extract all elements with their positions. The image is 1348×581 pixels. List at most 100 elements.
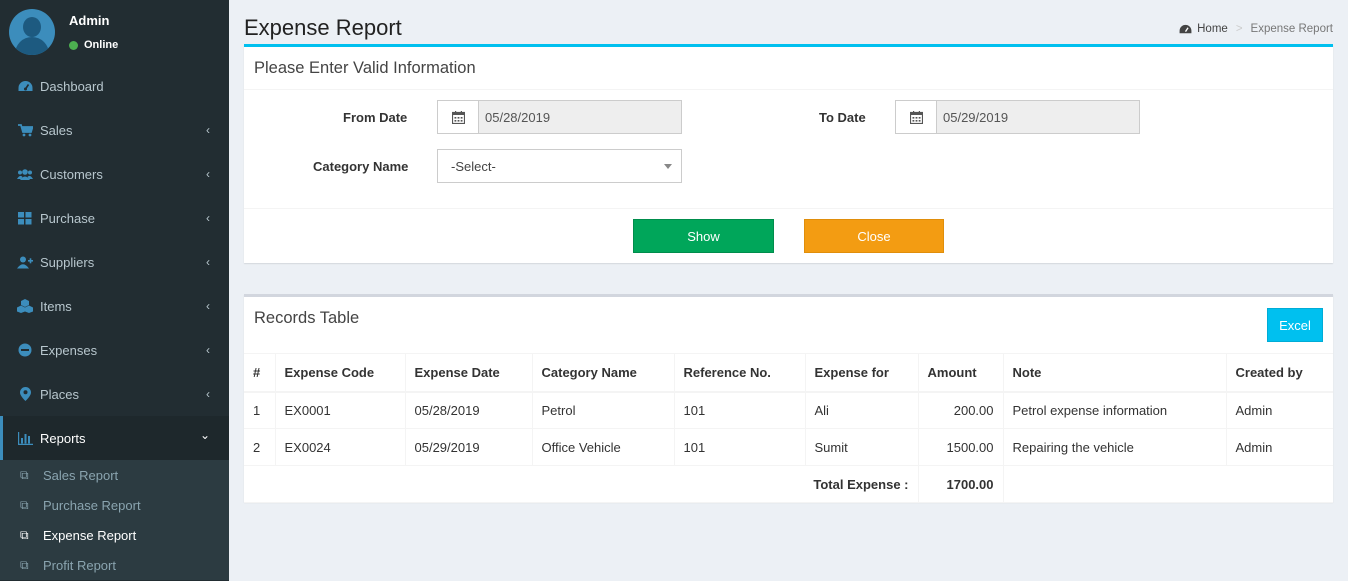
divider [244,89,1333,90]
minus-circle-icon [17,343,33,357]
form-title: Please Enter Valid Information [254,59,476,77]
total-row: Total Expense : 1700.00 [244,465,1333,503]
cell-amount: 200.00 [918,391,1004,429]
submenu-item-label: Sales Report [43,467,119,483]
sidebar-item-label: Places [40,386,80,402]
sidebar-item-label: Suppliers [40,254,95,270]
submenu-item-profit-report[interactable]: ⧉ Profit Report [0,550,229,580]
cell-expense-for: Ali [805,391,919,429]
sidebar-item-reports[interactable]: Reports ⌄ [0,416,229,460]
copy-icon: ⧉ [20,497,29,512]
cart-icon [17,123,33,137]
submenu-item-sales-report[interactable]: ⧉ Sales Report [0,460,229,490]
copy-icon: ⧉ [20,557,29,572]
records-table: # Expense Code Expense Date Category Nam… [244,353,1333,503]
from-date-field[interactable]: 05/28/2019 [437,100,682,134]
column-header[interactable]: Expense Code [275,353,406,393]
chevron-down-icon: ⌄ [199,428,210,442]
total-row-empty [1003,465,1333,503]
sidebar-item-suppliers[interactable]: Suppliers ‹ [0,240,229,284]
from-date-input[interactable]: 05/28/2019 [479,101,681,133]
breadcrumb: Home > Expense Report [1179,23,1333,35]
sidebar-item-label: Reports [40,430,86,446]
sidebar-item-purchase[interactable]: Purchase ‹ [0,196,229,240]
chevron-left-icon: ‹ [206,299,210,313]
column-header[interactable]: Amount [918,353,1004,393]
table-row: 2 EX0024 05/29/2019 Office Vehicle 101 S… [244,428,1333,466]
breadcrumb-home[interactable]: Home [1179,23,1228,35]
map-marker-icon [17,387,33,401]
cell-index: 1 [244,391,276,429]
reports-submenu: ⧉ Sales Report ⧉ Purchase Report ⧉ Expen… [0,460,229,580]
show-button[interactable]: Show [633,219,774,253]
category-name-label: Category Name [313,159,409,174]
close-button[interactable]: Close [804,219,944,253]
sidebar-item-items[interactable]: Items ‹ [0,284,229,328]
column-header[interactable]: Note [1003,353,1227,393]
online-status-icon [69,40,78,50]
avatar [9,9,55,55]
sidebar-item-sales[interactable]: Sales ‹ [0,108,229,152]
sidebar-item-label: Expenses [40,342,98,358]
column-header[interactable]: Created by [1226,353,1333,393]
total-expense-label: Total Expense : [244,465,919,503]
breadcrumb-separator: > [1235,23,1243,35]
sidebar-item-customers[interactable]: Customers ‹ [0,152,229,196]
sidebar: Admin Online Dashboard Sales ‹ Customers… [0,0,229,581]
cell-created-by: Admin [1226,391,1333,429]
sidebar-item-places[interactable]: Places ‹ [0,372,229,416]
excel-button[interactable]: Excel [1267,308,1323,342]
copy-icon: ⧉ [20,467,29,482]
user-status-label: Online [84,39,119,51]
submenu-item-expense-report[interactable]: ⧉ Expense Report [0,520,229,550]
records-box: Records Table Excel # Expense Code Expen… [244,294,1333,503]
filter-form-box: Please Enter Valid Information From Date… [244,44,1333,263]
chevron-left-icon: ‹ [206,167,210,181]
page-title: Expense Report [244,15,402,40]
cell-expense-for: Sumit [805,428,919,466]
cell-reference-no: 101 [674,391,806,429]
records-title: Records Table [254,309,360,327]
to-date-input[interactable]: 05/29/2019 [937,101,1139,133]
cell-amount: 1500.00 [918,428,1004,466]
breadcrumb-current: Expense Report [1250,23,1333,35]
cell-category-name: Office Vehicle [532,428,675,466]
user-status: Online [69,39,118,51]
submenu-item-purchase-report[interactable]: ⧉ Purchase Report [0,490,229,520]
cell-index: 2 [244,428,276,466]
category-select[interactable]: -Select- [437,149,682,183]
copy-icon: ⧉ [20,527,29,542]
calendar-icon[interactable] [896,101,937,133]
cell-created-by: Admin [1226,428,1333,466]
column-header[interactable]: Expense Date [405,353,533,393]
bar-chart-icon [17,431,33,445]
user-plus-icon [17,255,33,269]
chevron-left-icon: ‹ [206,123,210,137]
column-header[interactable]: Expense for [805,353,919,393]
chevron-left-icon: ‹ [206,387,210,401]
sidebar-item-label: Customers [40,166,103,182]
grid-icon [17,211,33,225]
chevron-left-icon: ‹ [206,343,210,357]
caret-down-icon [664,164,672,169]
total-expense-value: 1700.00 [918,465,1004,503]
column-header[interactable]: # [244,353,276,393]
sidebar-item-expenses[interactable]: Expenses ‹ [0,328,229,372]
cell-note: Repairing the vehicle [1003,428,1227,466]
table-header-row: # Expense Code Expense Date Category Nam… [244,353,1333,393]
breadcrumb-home-label: Home [1197,23,1228,35]
column-header[interactable]: Category Name [532,353,675,393]
cell-note: Petrol expense information [1003,391,1227,429]
to-date-field[interactable]: 05/29/2019 [895,100,1140,134]
cell-expense-code: EX0024 [275,428,406,466]
chevron-left-icon: ‹ [206,255,210,269]
dashboard-icon [1179,24,1192,33]
chevron-left-icon: ‹ [206,211,210,225]
to-date-label: To Date [819,110,866,125]
sidebar-item-label: Items [40,298,72,314]
sidebar-menu: Dashboard Sales ‹ Customers ‹ Purchase ‹ [0,64,229,460]
calendar-icon[interactable] [438,101,479,133]
column-header[interactable]: Reference No. [674,353,806,393]
sidebar-item-dashboard[interactable]: Dashboard [0,64,229,108]
submenu-item-label: Purchase Report [43,497,141,513]
